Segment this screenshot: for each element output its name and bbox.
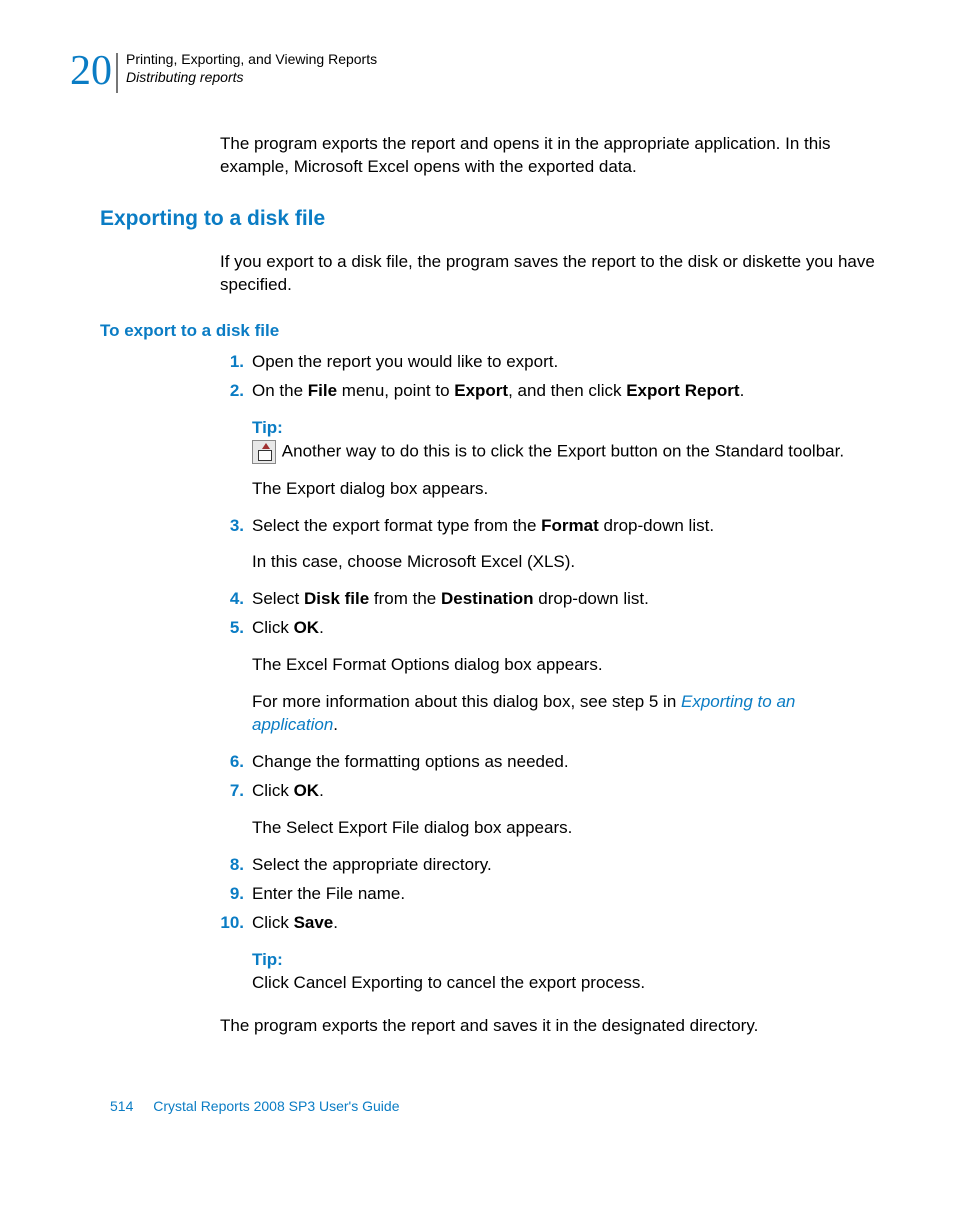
button-ok: OK xyxy=(294,781,320,800)
step-number: 5. xyxy=(220,617,244,640)
step-number: 7. xyxy=(220,780,244,803)
step-crossref: For more information about this dialog b… xyxy=(252,691,884,737)
step-number: 9. xyxy=(220,883,244,906)
step-1: 1. Open the report you would like to exp… xyxy=(220,351,884,374)
text: drop-down list. xyxy=(534,589,649,608)
step-number: 6. xyxy=(220,751,244,774)
step-8: 8. Select the appropriate directory. xyxy=(220,854,884,877)
text: Click xyxy=(252,913,294,932)
step-text: Select the appropriate directory. xyxy=(252,855,492,874)
step-result: The Excel Format Options dialog box appe… xyxy=(252,654,884,677)
text: . xyxy=(319,618,324,637)
step-text: Select Disk file from the Destination dr… xyxy=(252,589,649,608)
header-titles: Printing, Exporting, and Viewing Reports… xyxy=(126,50,377,86)
page-header: 20 Printing, Exporting, and Viewing Repo… xyxy=(70,50,884,93)
section-breadcrumb: Distributing reports xyxy=(126,68,377,86)
text: Select the export format type from the xyxy=(252,516,541,535)
tip-text: Another way to do this is to click the E… xyxy=(278,441,844,460)
document-title: Crystal Reports 2008 SP3 User's Guide xyxy=(153,1098,399,1114)
step-text: Enter the File name. xyxy=(252,884,405,903)
step-text: On the File menu, point to Export, and t… xyxy=(252,381,744,400)
step-number: 1. xyxy=(220,351,244,374)
step-9: 9. Enter the File name. xyxy=(220,883,884,906)
export-icon xyxy=(252,440,276,464)
text: Select xyxy=(252,589,304,608)
option-disk-file: Disk file xyxy=(304,589,369,608)
text: menu, point to xyxy=(337,381,454,400)
text: On the xyxy=(252,381,308,400)
step-5: 5. Click OK. The Excel Format Options di… xyxy=(220,617,884,737)
dropdown-destination: Destination xyxy=(441,589,534,608)
header-divider xyxy=(116,53,118,93)
text: . xyxy=(319,781,324,800)
step-result: In this case, choose Microsoft Excel (XL… xyxy=(252,551,884,574)
page-number: 514 xyxy=(110,1098,133,1114)
chapter-number: 20 xyxy=(70,50,112,92)
button-save: Save xyxy=(294,913,334,932)
step-result: The Export dialog box appears. xyxy=(252,478,884,501)
step-result: The Select Export File dialog box appear… xyxy=(252,817,884,840)
tip-label: Tip: xyxy=(252,417,884,440)
step-text: Click OK. xyxy=(252,618,324,637)
step-text: Click Save. xyxy=(252,913,338,932)
step-text: Select the export format type from the F… xyxy=(252,516,714,535)
menu-export: Export xyxy=(454,381,508,400)
step-text: Click OK. xyxy=(252,781,324,800)
tip-block: Tip: Click Cancel Exporting to cancel th… xyxy=(252,949,884,995)
closing-paragraph: The program exports the report and saves… xyxy=(220,1015,884,1038)
step-6: 6. Change the formatting options as need… xyxy=(220,751,884,774)
step-2: 2. On the File menu, point to Export, an… xyxy=(220,380,884,501)
tip-body: Another way to do this is to click the E… xyxy=(252,440,884,464)
text: . xyxy=(333,913,338,932)
section-heading: Exporting to a disk file xyxy=(100,207,884,231)
step-number: 8. xyxy=(220,854,244,877)
procedure-steps: 1. Open the report you would like to exp… xyxy=(220,351,884,995)
step-7: 7. Click OK. The Select Export File dial… xyxy=(220,780,884,840)
chapter-title: Printing, Exporting, and Viewing Reports xyxy=(126,50,377,68)
text: . xyxy=(333,715,338,734)
text: Click xyxy=(252,618,294,637)
text: drop-down list. xyxy=(599,516,714,535)
text: Click xyxy=(252,781,294,800)
step-number: 4. xyxy=(220,588,244,611)
tip-block: Tip: Another way to do this is to click … xyxy=(252,417,884,464)
tip-label: Tip: xyxy=(252,949,884,972)
menu-file: File xyxy=(308,381,337,400)
procedure-heading: To export to a disk file xyxy=(100,321,884,341)
page-footer: 514 Crystal Reports 2008 SP3 User's Guid… xyxy=(110,1098,884,1114)
menu-export-report: Export Report xyxy=(626,381,739,400)
text: , and then click xyxy=(508,381,626,400)
dropdown-format: Format xyxy=(541,516,599,535)
tip-text: Click Cancel Exporting to cancel the exp… xyxy=(252,972,884,995)
step-number: 10. xyxy=(220,912,244,935)
button-ok: OK xyxy=(294,618,320,637)
text: from the xyxy=(369,589,441,608)
intro-paragraph: The program exports the report and opens… xyxy=(220,133,884,179)
section-paragraph: If you export to a disk file, the progra… xyxy=(220,251,884,297)
step-text: Change the formatting options as needed. xyxy=(252,752,569,771)
text: . xyxy=(740,381,745,400)
step-number: 2. xyxy=(220,380,244,403)
step-4: 4. Select Disk file from the Destination… xyxy=(220,588,884,611)
step-text: Open the report you would like to export… xyxy=(252,352,558,371)
step-number: 3. xyxy=(220,515,244,538)
text: For more information about this dialog b… xyxy=(252,692,681,711)
step-3: 3. Select the export format type from th… xyxy=(220,515,884,575)
step-10: 10. Click Save. Tip: Click Cancel Export… xyxy=(220,912,884,995)
